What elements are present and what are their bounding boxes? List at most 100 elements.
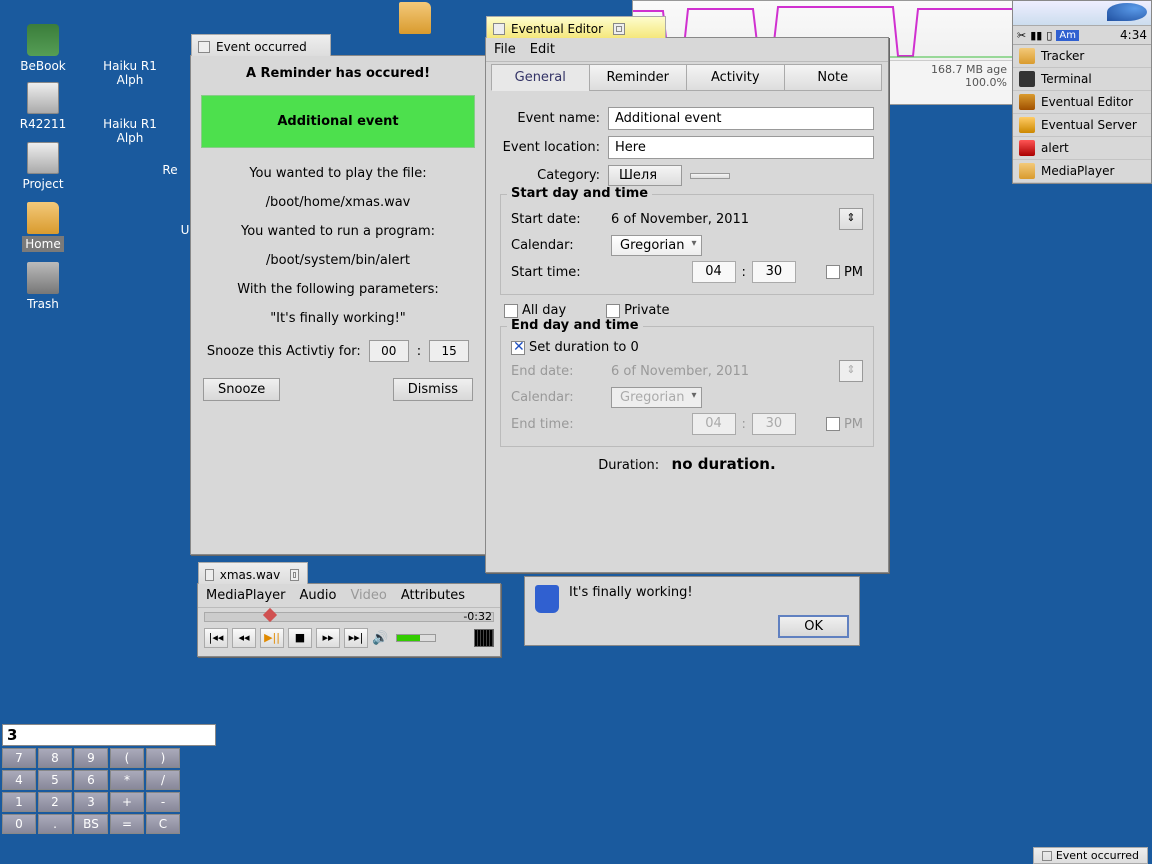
calc-key-+[interactable]: +: [110, 792, 144, 812]
tab-activity[interactable]: Activity: [686, 64, 785, 91]
calc-key-BS[interactable]: BS: [74, 814, 108, 834]
menu-audio[interactable]: Audio: [300, 588, 337, 603]
calc-key-3[interactable]: 3: [74, 792, 108, 812]
calc-key-9[interactable]: 9: [74, 748, 108, 768]
snooze-button[interactable]: Snooze: [203, 378, 280, 401]
tab-note[interactable]: Note: [784, 64, 883, 91]
leaf-menu[interactable]: [1013, 1, 1151, 25]
speaker-icon[interactable]: 🔊: [372, 631, 388, 646]
desktop-icon-trash[interactable]: Trash: [8, 262, 78, 312]
play-path: /boot/home/xmas.wav: [201, 195, 475, 210]
desktop-icon-home[interactable]: Home: [8, 202, 78, 252]
desktop-icon-bebook[interactable]: BeBook: [8, 24, 78, 74]
calc-key-4[interactable]: 4: [2, 770, 36, 790]
visualizer-icon[interactable]: [474, 629, 494, 647]
ok-button[interactable]: OK: [778, 615, 849, 638]
private-checkbox[interactable]: [606, 304, 620, 318]
end-time-hour: 04: [692, 413, 736, 435]
menu-attributes[interactable]: Attributes: [401, 588, 465, 603]
calc-key-.[interactable]: .: [38, 814, 72, 834]
menu-mediaplayer[interactable]: MediaPlayer: [206, 588, 286, 603]
stop-button[interactable]: ■: [288, 628, 312, 648]
event-titlebar[interactable]: Event occurred: [191, 34, 331, 56]
snooze-minutes[interactable]: 15: [429, 340, 469, 362]
setdur-checkbox[interactable]: [511, 341, 525, 355]
tray-icon[interactable]: ▯: [1046, 29, 1052, 42]
calc-key-/[interactable]: /: [146, 770, 180, 790]
desktop-icon-haiku1[interactable]: Haiku R1 Alph: [95, 24, 165, 88]
editor-titlebar[interactable]: Eventual Editor: [486, 16, 666, 38]
deskbar-app-eventual-server[interactable]: Eventual Server: [1013, 114, 1151, 137]
calc-key-7[interactable]: 7: [2, 748, 36, 768]
end-date-label: End date:: [511, 364, 611, 379]
close-icon[interactable]: [493, 23, 505, 35]
progress-knob-icon[interactable]: [263, 608, 277, 622]
desktop-icon-project[interactable]: Project: [8, 142, 78, 192]
allday-checkbox-wrap[interactable]: All day: [504, 303, 566, 318]
category-button[interactable]: Шеля: [608, 165, 682, 186]
close-icon[interactable]: [198, 41, 210, 53]
calc-key-1[interactable]: 1: [2, 792, 36, 812]
event-name-input[interactable]: [608, 107, 874, 130]
calc-key-=[interactable]: =: [110, 814, 144, 834]
close-icon[interactable]: [205, 569, 214, 581]
deskbar-app-tracker[interactable]: Tracker: [1013, 45, 1151, 68]
calc-key-8[interactable]: 8: [38, 748, 72, 768]
calc-key-C[interactable]: C: [146, 814, 180, 834]
desktop-icon-re[interactable]: Re: [150, 162, 190, 178]
category-extra-button[interactable]: [690, 173, 730, 179]
start-group: Start day and time Start date: 6 of Nove…: [500, 194, 874, 295]
close-icon[interactable]: [1042, 851, 1052, 861]
start-time-min[interactable]: 30: [752, 261, 796, 283]
calc-key-([interactable]: (: [110, 748, 144, 768]
calc-key-)[interactable]: ): [146, 748, 180, 768]
desktop-icon-r42211[interactable]: R42211: [8, 82, 78, 132]
calculator-display[interactable]: 3: [2, 724, 216, 746]
deskbar-app-mediaplayer[interactable]: MediaPlayer: [1013, 160, 1151, 183]
rewind-button[interactable]: ◂◂: [232, 628, 256, 648]
tab-reminder[interactable]: Reminder: [589, 64, 688, 91]
play-pause-button[interactable]: ▶||: [260, 628, 284, 648]
media-progress[interactable]: [204, 612, 494, 622]
disk-icon: [27, 82, 59, 114]
locale-indicator[interactable]: Am: [1056, 30, 1079, 41]
maximize-icon[interactable]: [613, 23, 625, 35]
dismiss-button[interactable]: Dismiss: [393, 378, 473, 401]
deskbar-app-eventual-editor[interactable]: Eventual Editor: [1013, 91, 1151, 114]
start-pm-checkbox[interactable]: [826, 265, 840, 279]
snooze-hours[interactable]: 00: [369, 340, 409, 362]
play-label: You wanted to play the file:: [201, 166, 475, 181]
start-date-value: 6 of November, 2011: [611, 212, 839, 227]
tray-icon[interactable]: ✂: [1017, 29, 1026, 42]
clock[interactable]: 4:34: [1120, 28, 1147, 42]
calc-key-2[interactable]: 2: [38, 792, 72, 812]
start-calendar-select[interactable]: Gregorian: [611, 235, 702, 256]
calc-key-*[interactable]: *: [110, 770, 144, 790]
desktop-icon-folder-top[interactable]: [380, 2, 450, 36]
calc-key--[interactable]: -: [146, 792, 180, 812]
tray-icon[interactable]: ▮▮: [1030, 29, 1042, 42]
allday-checkbox[interactable]: [504, 304, 518, 318]
start-time-hour[interactable]: 04: [692, 261, 736, 283]
skip-back-button[interactable]: |◂◂: [204, 628, 228, 648]
event-location-input[interactable]: [608, 136, 874, 159]
forward-button[interactable]: ▸▸: [316, 628, 340, 648]
start-date-picker-icon[interactable]: ⇕: [839, 208, 863, 230]
maximize-icon[interactable]: [290, 569, 299, 581]
media-titlebar[interactable]: xmas.wav: [198, 562, 308, 584]
minimized-tab[interactable]: Event occurred: [1033, 847, 1148, 864]
calc-key-6[interactable]: 6: [74, 770, 108, 790]
menu-edit[interactable]: Edit: [530, 42, 555, 57]
desktop-icon-haiku2[interactable]: Haiku R1 Alph: [95, 82, 165, 146]
calc-key-5[interactable]: 5: [38, 770, 72, 790]
volume-slider[interactable]: [396, 634, 436, 642]
skip-forward-button[interactable]: ▸▸|: [344, 628, 368, 648]
deskbar-app-terminal[interactable]: Terminal: [1013, 68, 1151, 91]
calc-key-0[interactable]: 0: [2, 814, 36, 834]
duration-label: Duration:: [598, 458, 659, 473]
start-time-label: Start time:: [511, 265, 611, 280]
tab-general[interactable]: General: [491, 64, 590, 91]
menu-file[interactable]: File: [494, 42, 516, 57]
private-checkbox-wrap[interactable]: Private: [606, 303, 669, 318]
deskbar-app-alert[interactable]: alert: [1013, 137, 1151, 160]
